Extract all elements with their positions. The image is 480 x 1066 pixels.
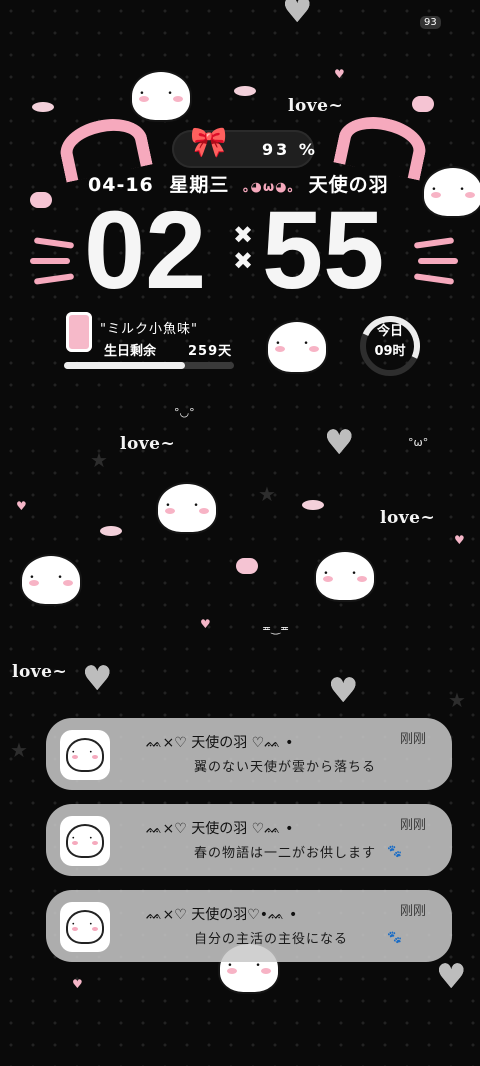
notification-time: 刚刚: [399, 732, 426, 747]
notification-title: ᨐ×♡ 天使の羽 ♡ᨐ •: [146, 821, 294, 837]
day-ring-text: 今日 09时: [368, 322, 412, 362]
mochi-sticker: • •: [424, 168, 480, 216]
fish-icon: [32, 102, 54, 112]
star-icon: ★: [448, 688, 466, 712]
mochi-sticker: • •: [158, 484, 216, 532]
whisker-left: [33, 237, 75, 249]
birthday-title: "ミルク小魚味": [100, 322, 198, 337]
emote-text: °◡°: [174, 406, 195, 419]
fish-icon: [234, 86, 256, 96]
fish-icon: [302, 500, 324, 510]
birthday-days: 259天: [188, 344, 233, 359]
paw-icon: 🐾: [387, 844, 402, 858]
day-ring-hour: 09时: [374, 344, 406, 359]
mochi-sticker: • •: [268, 322, 326, 372]
battery-percent: 93 %: [262, 140, 318, 159]
whisker-right: [418, 258, 458, 264]
bow-icon: 🎀: [190, 125, 228, 160]
heart-icon: ♥: [282, 0, 313, 31]
clock-hour: 02: [84, 189, 207, 312]
whisker-right: [413, 273, 455, 285]
notification-card[interactable]: • • ᨐ×♡ 天使の羽♡•ᨐ • 自分の主活の主役になる 刚刚 🐾: [46, 890, 452, 962]
fish-icon: [100, 526, 122, 536]
notification-card[interactable]: • • ᨐ×♡ 天使の羽 ♡ᨐ • 春の物語は一二がお供します 刚刚 🐾: [46, 804, 452, 876]
notification-title: ᨐ×♡ 天使の羽♡•ᨐ •: [146, 907, 298, 923]
heart-icon: ♥: [324, 423, 355, 463]
heart-icon: ♥: [82, 659, 113, 699]
star-icon: ★: [258, 482, 276, 506]
notification-card[interactable]: • • ᨐ×♡ 天使の羽 ♡ᨐ • 翼のない天使が雲から落ちる 刚刚: [46, 718, 452, 790]
emote-text: ≖‿≖: [262, 622, 290, 635]
notification-body: 春の物語は一二がお供します: [194, 846, 377, 861]
birthday-progress-fill: [64, 362, 185, 369]
love-text: love~: [12, 662, 68, 682]
whisker-right: [413, 237, 455, 249]
heart-icon: ♥: [436, 957, 467, 997]
day-ring-label: 今日: [376, 324, 403, 339]
love-text: love~: [288, 96, 344, 116]
small-heart-icon: ♥: [454, 533, 465, 547]
birthday-label: 生日剩余: [104, 344, 157, 359]
small-heart-icon: ♥: [200, 617, 211, 631]
speech-bubble-icon: [30, 192, 52, 208]
mochi-sticker: • •: [22, 556, 80, 604]
heart-icon: ♥: [328, 671, 359, 711]
corner-badge: 93: [420, 16, 441, 29]
birthday-progress-bar: [64, 362, 234, 369]
small-heart-icon: ♥: [16, 499, 27, 513]
emote-text: °ω°: [408, 436, 429, 449]
app-icon: • •: [60, 902, 110, 952]
clock-separator: ✖ ✖: [232, 221, 254, 276]
speech-bubble-icon: [412, 96, 434, 112]
star-icon: ★: [10, 738, 28, 762]
phone-sticker-icon: [66, 312, 92, 352]
small-heart-icon: ♥: [334, 67, 345, 81]
notification-body: 自分の主活の主役になる: [194, 932, 349, 947]
star-icon: ★: [90, 448, 108, 472]
whisker-left: [30, 258, 70, 264]
app-icon: • •: [60, 816, 110, 866]
paw-icon: 🐾: [387, 930, 402, 944]
small-heart-icon: ♥: [72, 977, 83, 991]
app-icon: • •: [60, 730, 110, 780]
whisker-left: [33, 273, 75, 285]
notification-body: 翼のない天使が雲から落ちる: [194, 760, 377, 775]
notification-title: ᨐ×♡ 天使の羽 ♡ᨐ •: [146, 735, 294, 751]
notification-time: 刚刚: [399, 904, 426, 919]
notification-time: 刚刚: [399, 818, 426, 833]
speech-bubble-icon: [236, 558, 258, 574]
mochi-sticker: • •: [316, 552, 374, 600]
love-text: love~: [120, 434, 176, 454]
mochi-sticker: • •: [132, 72, 190, 120]
love-text: love~: [380, 508, 436, 528]
clock-minute: 55: [262, 189, 385, 312]
